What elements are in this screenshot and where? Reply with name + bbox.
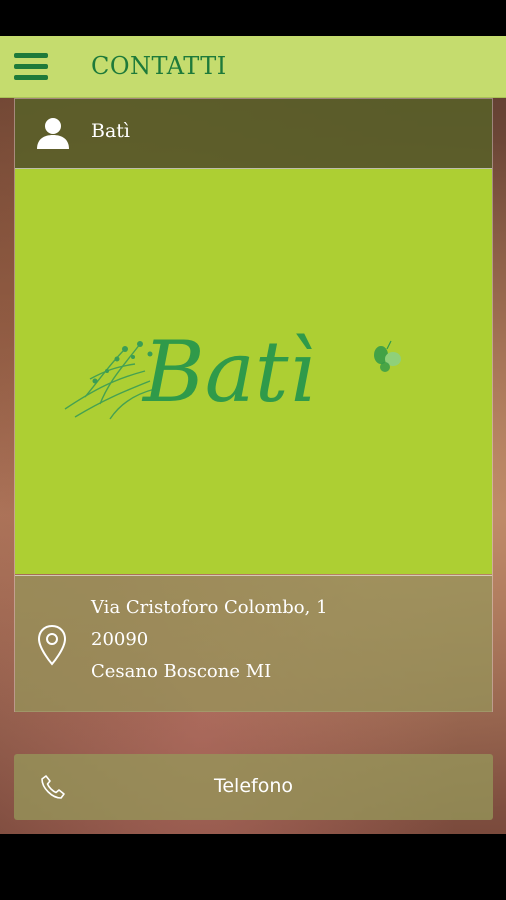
- phone-button[interactable]: Telefono: [14, 754, 493, 820]
- hamburger-menu-icon[interactable]: [14, 53, 48, 81]
- bati-logo: Batì: [64, 323, 401, 421]
- contact-name: Batì: [91, 120, 131, 142]
- person-icon: [37, 118, 69, 149]
- map-pin-icon: [37, 624, 67, 666]
- logo-image: Batì: [15, 169, 492, 574]
- svg-text:Batì: Batì: [141, 323, 315, 421]
- address-postal-code: 20090: [91, 629, 149, 650]
- phone-label: Telefono: [213, 775, 293, 797]
- app-header: CONTATTI: [0, 36, 506, 98]
- contact-card: Batì Batì Via Cristoforo Colombo, 1 2009…: [14, 98, 493, 712]
- page-title: CONTATTI: [91, 52, 227, 80]
- contact-name-row: Batì: [15, 99, 492, 169]
- app-screen: CONTATTI Batì Batì Via Cristoforo Colomb…: [0, 36, 506, 834]
- status-bar: [0, 0, 506, 36]
- system-navigation-bar: [0, 834, 506, 900]
- address-row[interactable]: Via Cristoforo Colombo, 1 20090 Cesano B…: [15, 575, 492, 712]
- address-city: Cesano Boscone MI: [91, 661, 272, 682]
- address-street: Via Cristoforo Colombo, 1: [91, 597, 328, 618]
